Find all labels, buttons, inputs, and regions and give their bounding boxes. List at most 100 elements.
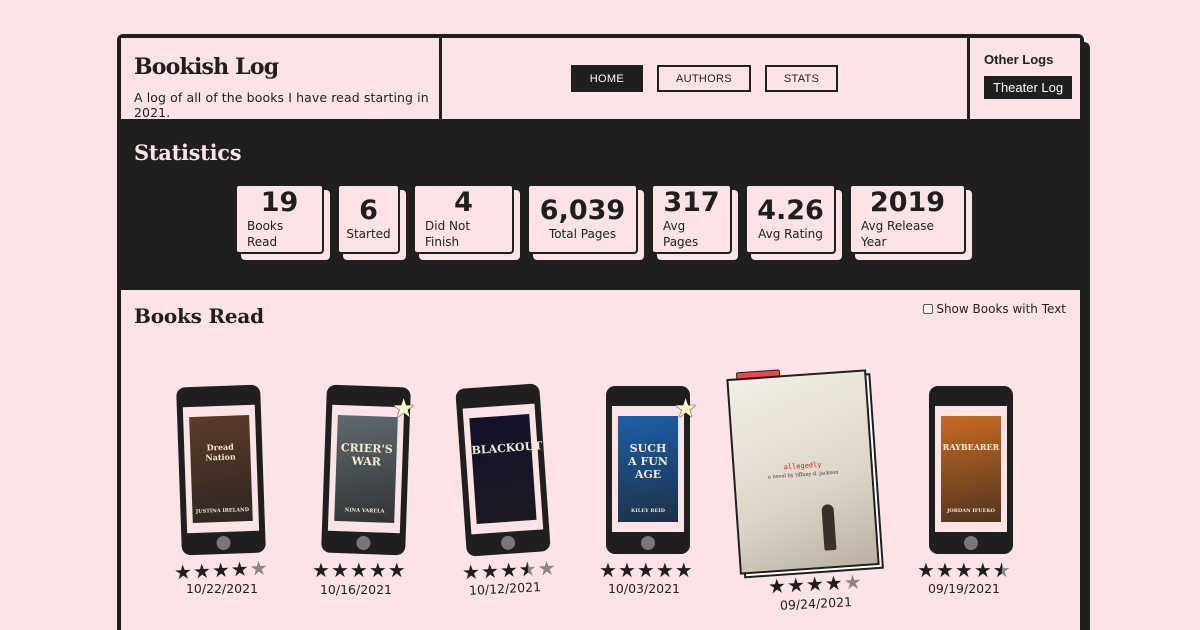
star-full-icon: ★	[973, 558, 992, 582]
stat-card: 19 Books Read	[235, 184, 330, 260]
phone-frame[interactable]: BLACKOUT	[455, 383, 551, 557]
book-date: 09/19/2021	[927, 581, 1001, 596]
show-text-checkbox[interactable]	[923, 304, 934, 314]
star-full-icon: ★	[805, 571, 825, 597]
star-empty-icon: ★	[843, 569, 863, 595]
star-half-fill: ★	[993, 560, 1002, 580]
stat-label: Avg Release Year	[861, 219, 934, 249]
book-cover-art: allegedly a novel by tiffany d. jackson	[726, 369, 880, 575]
statistics-row: 19 Books Read 6 Started 4 Did Not Finish 6,039…	[235, 184, 972, 260]
star-empty-icon: ★	[537, 555, 557, 581]
stat-card-box: 19 Books Read	[235, 184, 324, 254]
site-title[interactable]: Bookish Log	[134, 54, 439, 80]
star-full-icon: ★	[674, 558, 693, 582]
stat-label: Books Read	[247, 219, 284, 249]
star-full-icon: ★	[617, 558, 636, 582]
star-rating: ★ ★ ★ ★ ★	[767, 569, 863, 599]
phone-home-button[interactable]	[641, 536, 655, 550]
star-full-icon: ★	[917, 558, 935, 582]
stat-card-box: 4.26 Avg Rating	[745, 184, 836, 254]
phone-screen: RAYBEARER JORDAN IFUEKO	[935, 406, 1007, 532]
stat-value: 2019	[869, 187, 946, 218]
star-full-icon: ★	[935, 558, 954, 582]
cover-text-line: WAR	[351, 454, 382, 469]
phone-home-button[interactable]	[356, 535, 371, 551]
star-rating: ★ ★ ★ ★ ★	[173, 556, 268, 585]
stat-card: 4.26 Avg Rating	[745, 184, 842, 260]
star-full-icon: ★	[824, 570, 844, 596]
stat-card: 317 Avg Pages	[651, 184, 738, 260]
star-half-icon: ★★	[518, 556, 538, 582]
stat-value: 19	[260, 187, 299, 218]
stat-label: Avg Pages	[663, 219, 699, 249]
cover-text-line: AGE	[634, 468, 662, 481]
star-full-icon: ★	[192, 558, 212, 584]
star-full-icon: ★	[211, 557, 231, 583]
star-full-icon: ★	[387, 558, 406, 582]
phone-home-button[interactable]	[964, 536, 978, 550]
star-full-icon: ★	[349, 558, 368, 582]
book-cover-art: CRIER'S WAR NINA VARELA	[334, 414, 398, 524]
main-nav: HOME AUTHORS STATS	[442, 38, 967, 119]
star-full-icon: ★	[786, 572, 806, 598]
other-logs-panel: Other Logs Theater Log	[970, 38, 1080, 119]
book-cover-art: BLACKOUT	[469, 414, 543, 524]
theater-log-button[interactable]: Theater Log	[984, 76, 1073, 99]
books-read-title: Books Read	[134, 304, 264, 328]
stat-card: 6,039 Total Pages	[527, 184, 644, 260]
phone-frame[interactable]: RAYBEARER JORDAN IFUEKO	[929, 386, 1013, 554]
star-full-icon: ★	[461, 559, 481, 585]
star-rating: ★★★★★★	[917, 560, 1011, 580]
stat-value: 6	[359, 195, 378, 226]
star-full-icon: ★	[368, 558, 387, 582]
stat-card-box: 6 Started	[337, 184, 400, 254]
stat-value: 4	[454, 187, 473, 218]
phone-home-button[interactable]	[500, 535, 516, 551]
stat-card-box: 4 Did Not Finish	[413, 184, 514, 254]
stat-value: 6,039	[539, 195, 626, 226]
favorite-star-icon: ★	[392, 394, 416, 424]
star-rating: ★ ★ ★ ★ ★	[599, 560, 693, 580]
cover-text-line: KILEY REID	[631, 508, 665, 514]
phone-screen: SUCH A FUN AGE KILEY REID	[612, 406, 684, 532]
book-date: 10/22/2021	[185, 581, 259, 596]
phone-home-button[interactable]	[216, 535, 231, 551]
stat-label: Did Not Finish	[425, 219, 471, 249]
stat-label: Avg Rating	[758, 227, 823, 241]
cover-text-line: RAYBEARER	[942, 442, 1000, 452]
cover-text-line: BLACKOUT	[471, 439, 543, 458]
book-cover-art: RAYBEARER JORDAN IFUEKO	[941, 416, 1001, 522]
nav-home-button[interactable]: HOME	[570, 65, 643, 92]
star-full-icon: ★	[330, 558, 349, 582]
cover-text-line: A FUN	[628, 455, 668, 468]
star-full-icon: ★	[230, 556, 250, 582]
book-date: 10/16/2021	[319, 582, 393, 597]
show-books-with-text-toggle[interactable]: Show Books with Text	[923, 302, 1066, 316]
book-cover-art: SUCH A FUN AGE KILEY REID	[618, 416, 678, 522]
books-read-panel: Books Read Show Books with Text Dread Na…	[121, 290, 1080, 630]
star-full-icon: ★	[173, 559, 193, 585]
star-half-fill: ★	[518, 559, 529, 580]
phone-frame[interactable]: Dread Nation JUSTINA IRELAND	[176, 384, 266, 556]
stat-card-box: 2019 Avg Release Year	[849, 184, 966, 254]
site-subtitle: A log of all of the books I have read st…	[134, 90, 429, 120]
statistics-title: Statistics	[134, 140, 242, 165]
star-full-icon: ★	[312, 558, 330, 582]
stat-value: 317	[663, 187, 720, 218]
stat-card-box: 6,039 Total Pages	[527, 184, 638, 254]
star-full-icon: ★	[599, 558, 617, 582]
nav-authors-button[interactable]: AUTHORS	[656, 65, 751, 92]
favorite-star-icon: ★	[674, 394, 698, 424]
brand-panel: Bookish Log A log of all of the books I …	[121, 38, 439, 120]
stat-card: 6 Started	[337, 184, 406, 260]
star-full-icon: ★	[954, 558, 973, 582]
stat-card-box: 317 Avg Pages	[651, 184, 732, 254]
book-cover-art: Dread Nation JUSTINA IRELAND	[189, 414, 253, 524]
stat-card: 2019 Avg Release Year	[849, 184, 972, 260]
nav-stats-button[interactable]: STATS	[764, 65, 839, 92]
star-full-icon: ★	[499, 557, 519, 583]
book-date: 10/03/2021	[607, 581, 681, 596]
other-logs-title: Other Logs	[984, 52, 1054, 67]
header: Bookish Log A log of all of the books I …	[121, 38, 1080, 120]
physical-book-cover[interactable]: allegedly a novel by tiffany d. jackson	[726, 369, 884, 579]
